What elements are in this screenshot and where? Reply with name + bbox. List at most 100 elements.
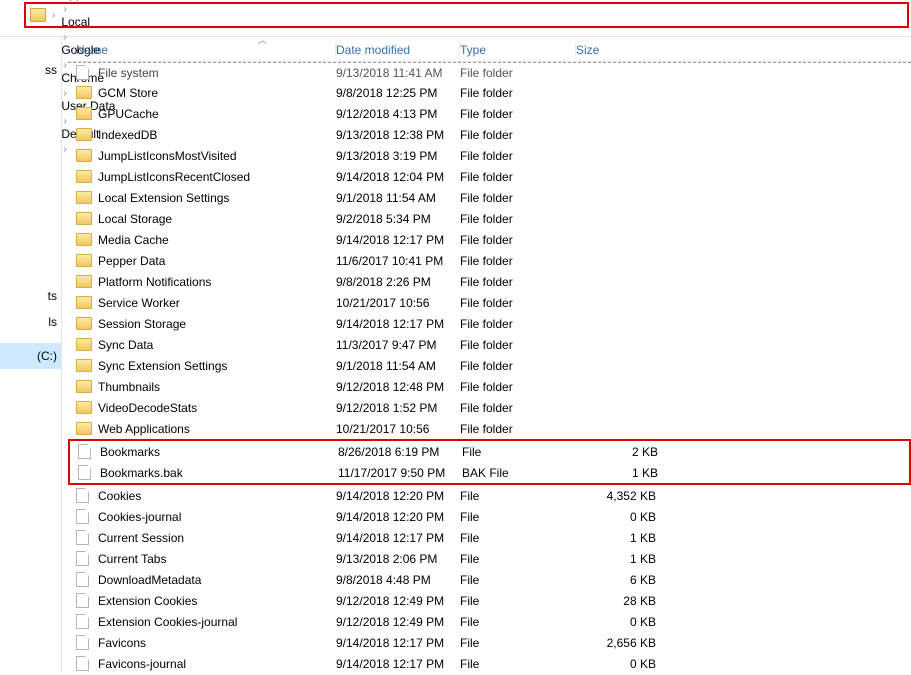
file-size: 1 KB: [576, 552, 668, 566]
folder-icon: [76, 233, 92, 246]
folder-icon: [30, 8, 46, 22]
file-date: 9/12/2018 1:52 PM: [336, 401, 460, 415]
file-row[interactable]: IndexedDB9/13/2018 12:38 PMFile folder: [68, 124, 911, 145]
file-name: VideoDecodeStats: [98, 401, 336, 415]
column-header-date[interactable]: Date modified: [336, 43, 460, 57]
file-date: 11/3/2017 9:47 PM: [336, 338, 460, 352]
file-row[interactable]: Cookies9/14/2018 12:20 PMFile4,352 KB: [68, 485, 911, 506]
folder-icon: [76, 107, 92, 120]
file-date: 9/12/2018 12:49 PM: [336, 615, 460, 629]
file-type: File folder: [460, 170, 576, 184]
file-name: Extension Cookies: [98, 594, 336, 608]
breadcrumb-segment[interactable]: AppData: [61, 0, 140, 1]
file-date: 9/14/2018 12:17 PM: [336, 531, 460, 545]
file-type: File folder: [460, 296, 576, 310]
file-row[interactable]: Local Storage9/2/2018 5:34 PMFile folder: [68, 208, 911, 229]
file-name: Current Tabs: [98, 552, 336, 566]
file-row[interactable]: Cookies-journal9/14/2018 12:20 PMFile0 K…: [68, 506, 911, 527]
file-date: 9/13/2018 12:38 PM: [336, 128, 460, 142]
file-name: Local Extension Settings: [98, 191, 336, 205]
column-header-name[interactable]: Name: [76, 43, 336, 57]
tree-item[interactable]: (C:): [0, 343, 61, 369]
file-row[interactable]: Pepper Data11/6/2017 10:41 PMFile folder: [68, 250, 911, 271]
file-row[interactable]: JumpListIconsRecentClosed9/14/2018 12:04…: [68, 166, 911, 187]
file-row[interactable]: Bookmarks.bak11/17/2017 9:50 PMBAK File1…: [70, 462, 909, 483]
folder-icon: [76, 212, 92, 225]
file-size: 2,656 KB: [576, 636, 668, 650]
navigation-pane[interactable]: ss tsls (C:): [0, 37, 62, 672]
file-row[interactable]: JumpListIconsMostVisited9/13/2018 3:19 P…: [68, 145, 911, 166]
file-size: 1 KB: [576, 531, 668, 545]
file-row[interactable]: GCM Store9/8/2018 12:25 PMFile folder: [68, 82, 911, 103]
file-name: Cookies: [98, 489, 336, 503]
column-header-type[interactable]: Type: [460, 43, 576, 57]
file-row[interactable]: Media Cache9/14/2018 12:17 PMFile folder: [68, 229, 911, 250]
file-icon: [78, 444, 91, 459]
file-name: Sync Extension Settings: [98, 359, 336, 373]
file-row[interactable]: Thumbnails9/12/2018 12:48 PMFile folder: [68, 376, 911, 397]
file-date: 9/14/2018 12:20 PM: [336, 489, 460, 503]
file-name: JumpListIconsMostVisited: [98, 149, 336, 163]
file-row[interactable]: Current Session9/14/2018 12:17 PMFile1 K…: [68, 527, 911, 548]
file-type: File folder: [460, 275, 576, 289]
column-headers[interactable]: ︿ Name Date modified Type Size: [68, 37, 911, 62]
file-row[interactable]: VideoDecodeStats9/12/2018 1:52 PMFile fo…: [68, 397, 911, 418]
file-name: Bookmarks.bak: [100, 466, 338, 480]
chevron-right-icon[interactable]: ›: [50, 10, 57, 21]
file-date: 9/14/2018 12:17 PM: [336, 317, 460, 331]
file-row[interactable]: Sync Extension Settings9/1/2018 11:54 AM…: [68, 355, 911, 376]
file-row[interactable]: Platform Notifications9/8/2018 2:26 PMFi…: [68, 271, 911, 292]
file-date: 10/21/2017 10:56: [336, 296, 460, 310]
file-type: File: [462, 445, 578, 459]
file-row[interactable]: Sync Data11/3/2017 9:47 PMFile folder: [68, 334, 911, 355]
file-date: 11/6/2017 10:41 PM: [336, 254, 460, 268]
file-row[interactable]: Web Applications10/21/2017 10:56File fol…: [68, 418, 911, 439]
file-row[interactable]: Session Storage9/14/2018 12:17 PMFile fo…: [68, 313, 911, 334]
file-type: File folder: [460, 107, 576, 121]
file-row[interactable]: Service Worker10/21/2017 10:56File folde…: [68, 292, 911, 313]
folder-icon: [76, 338, 92, 351]
file-icon: [76, 614, 89, 629]
file-row[interactable]: Current Tabs9/13/2018 2:06 PMFile1 KB: [68, 548, 911, 569]
file-type: File: [460, 531, 576, 545]
address-bar[interactable]: › This PC›Local Disk (C:)›Users›ajit›App…: [24, 2, 909, 28]
file-row[interactable]: Bookmarks8/26/2018 6:19 PMFile2 KB: [70, 441, 909, 462]
file-icon: [76, 635, 89, 650]
file-row[interactable]: File system9/13/2018 11:41 AMFile folder: [68, 62, 911, 82]
file-icon: [76, 593, 89, 608]
file-type: File: [460, 489, 576, 503]
file-date: 9/13/2018 3:19 PM: [336, 149, 460, 163]
file-row[interactable]: Extension Cookies-journal9/12/2018 12:49…: [68, 611, 911, 632]
highlighted-selection: Bookmarks8/26/2018 6:19 PMFile2 KBBookma…: [68, 439, 911, 485]
file-name: Media Cache: [98, 233, 336, 247]
file-row[interactable]: GPUCache9/12/2018 4:13 PMFile folder: [68, 103, 911, 124]
file-type: File folder: [460, 149, 576, 163]
tree-item[interactable]: ls: [0, 309, 61, 335]
tree-item[interactable]: ts: [0, 283, 61, 309]
folder-icon: [76, 422, 92, 435]
breadcrumb-segment[interactable]: Local: [61, 15, 140, 29]
column-header-size[interactable]: Size: [576, 43, 668, 57]
file-type: BAK File: [462, 466, 578, 480]
file-type: File: [460, 615, 576, 629]
file-date: 9/12/2018 4:13 PM: [336, 107, 460, 121]
file-name: Favicons-journal: [98, 657, 336, 671]
chevron-right-icon[interactable]: ›: [61, 4, 68, 15]
file-size: 6 KB: [576, 573, 668, 587]
tree-item[interactable]: ss: [0, 57, 61, 83]
file-row[interactable]: Favicons9/14/2018 12:17 PMFile2,656 KB: [68, 632, 911, 653]
file-type: File folder: [460, 128, 576, 142]
file-row[interactable]: Extension Cookies9/12/2018 12:49 PMFile2…: [68, 590, 911, 611]
file-type: File folder: [460, 359, 576, 373]
folder-icon: [76, 128, 92, 141]
folder-icon: [76, 149, 92, 162]
file-row[interactable]: Local Extension Settings9/1/2018 11:54 A…: [68, 187, 911, 208]
folder-icon: [76, 191, 92, 204]
file-name: Sync Data: [98, 338, 336, 352]
file-row[interactable]: DownloadMetadata9/8/2018 4:48 PMFile6 KB: [68, 569, 911, 590]
file-name: Platform Notifications: [98, 275, 336, 289]
folder-icon: [76, 401, 92, 414]
file-name: IndexedDB: [98, 128, 336, 142]
file-date: 9/13/2018 11:41 AM: [336, 66, 460, 80]
file-row[interactable]: Favicons-journal9/14/2018 12:17 PMFile0 …: [68, 653, 911, 674]
